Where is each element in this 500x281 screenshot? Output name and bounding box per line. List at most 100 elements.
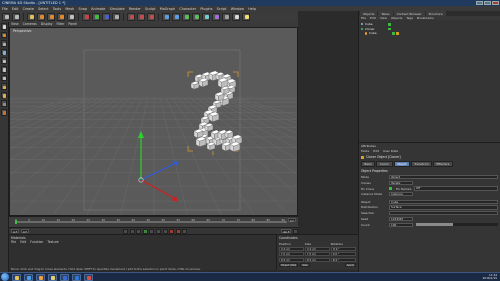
tab-transform[interactable]: Transform [410, 160, 433, 168]
subdivision-icon[interactable] [182, 12, 190, 21]
attribute-menu-user-data[interactable]: User Data [383, 149, 398, 153]
undo-icon[interactable] [2, 12, 10, 21]
floor-icon[interactable] [222, 12, 230, 21]
pen-icon[interactable] [172, 12, 180, 21]
render-view-icon[interactable] [127, 12, 135, 21]
x-axis-icon[interactable] [82, 12, 90, 21]
move-icon[interactable] [37, 12, 45, 21]
size-z-field[interactable]: Z 0 cm [305, 257, 330, 262]
distribution-select[interactable]: Surface [389, 205, 498, 210]
object-row[interactable]: Cube [361, 31, 499, 36]
light-icon[interactable] [242, 12, 250, 21]
z-axis-icon[interactable] [102, 12, 110, 21]
attribute-menu-mode[interactable]: Mode [361, 149, 369, 153]
menu-simulate[interactable]: Simulate [110, 7, 125, 11]
camera-icon[interactable] [232, 12, 240, 21]
media-player-icon[interactable] [36, 273, 45, 281]
menu-snap[interactable]: Snap [78, 7, 87, 11]
render-to-picture-viewer-icon[interactable] [137, 12, 145, 21]
menu-sculpt[interactable]: Sculpt [145, 7, 156, 11]
menu-edit[interactable]: Edit [12, 7, 19, 11]
minimize-button[interactable] [476, 0, 483, 6]
count-field[interactable]: 100 [389, 222, 413, 227]
edges-mode-icon[interactable] [0, 65, 8, 73]
position-x-field[interactable]: X 0 cm [279, 246, 304, 251]
position-z-field[interactable]: Z 0 cm [279, 257, 304, 262]
object-menu-edit[interactable]: Edit [370, 16, 376, 20]
menu-create[interactable]: Create [23, 7, 34, 11]
rotation-h-field[interactable]: H 0 ° [331, 246, 356, 251]
menu-render[interactable]: Render [129, 7, 141, 11]
folder-icon[interactable] [48, 273, 57, 281]
texture-mode-icon[interactable] [0, 40, 8, 47]
menu-plugins[interactable]: Plugins [200, 7, 212, 11]
fix-clone-checkbox[interactable] [389, 187, 392, 191]
go-to-start-icon[interactable] [123, 228, 129, 234]
fix-texture-select[interactable]: Off [414, 186, 498, 191]
start-button[interactable] [1, 273, 9, 281]
instance-mode-select[interactable]: Instance [389, 192, 413, 197]
material-manager[interactable]: Materials File Edit Function Texture [9, 234, 276, 270]
play-icon[interactable] [142, 228, 148, 234]
deformer-icon[interactable] [212, 12, 220, 21]
tab-effectors[interactable]: Effectors [433, 160, 453, 168]
tab-object[interactable]: Object [393, 160, 410, 168]
keyframe-selection-icon[interactable] [182, 228, 188, 234]
cloned-cubes[interactable] [190, 70, 243, 152]
menu-script[interactable]: Script [217, 7, 227, 11]
next-key-icon[interactable] [156, 228, 162, 234]
redo-icon[interactable] [12, 12, 20, 21]
autokey-icon[interactable] [175, 228, 181, 234]
object-menu-bookmarks[interactable]: Bookmarks [417, 16, 434, 20]
photoshop-icon[interactable] [72, 273, 81, 281]
end-frame-field[interactable]: 90 F [281, 228, 292, 234]
object-name[interactable]: Cloner [365, 27, 387, 31]
apply-button[interactable]: Apply [344, 263, 356, 268]
material-menu-edit[interactable]: Edit [20, 240, 26, 244]
material-menu-file[interactable]: File [11, 240, 16, 244]
tab-coord[interactable]: Coord. [376, 160, 393, 168]
visibility-check-icon[interactable] [392, 32, 395, 35]
menu-character[interactable]: Character [179, 7, 196, 11]
polygons-mode-icon[interactable] [0, 74, 8, 82]
size-x-field[interactable]: X 0 cm [305, 246, 330, 251]
rotation-p-field[interactable]: P 0 ° [331, 252, 356, 257]
menu-window[interactable]: Window [231, 7, 244, 11]
object-name[interactable]: Cube [365, 22, 387, 26]
cube-icon[interactable] [162, 12, 170, 21]
object-menu-file[interactable]: File [361, 16, 366, 20]
timeline-track[interactable] [15, 221, 287, 223]
perspective-viewport[interactable]: Perspective [9, 26, 298, 216]
menu-tools[interactable]: Tools [53, 7, 61, 11]
object-name[interactable]: Cube [369, 31, 391, 35]
array-icon[interactable] [192, 12, 200, 21]
points-mode-icon[interactable] [0, 57, 8, 64]
live-selection-icon[interactable] [27, 12, 35, 21]
menu-animate[interactable]: Animate [91, 7, 105, 11]
visibility-check-icon[interactable] [388, 23, 391, 26]
attribute-menu-edit[interactable]: Edit [373, 149, 379, 153]
explorer-icon[interactable] [12, 273, 21, 281]
texture-tag-icon[interactable] [396, 32, 400, 35]
timeline-settings-icon[interactable] [293, 228, 298, 234]
object-menu-objects[interactable]: Objects [391, 16, 402, 20]
tab-basic[interactable]: Basic [361, 160, 376, 168]
previous-frame-icon[interactable] [136, 228, 142, 234]
y-axis-icon[interactable] [92, 12, 100, 21]
render-settings-icon[interactable] [147, 12, 155, 21]
current-frame-field[interactable]: 0 F [20, 228, 30, 234]
rotation-b-field[interactable]: B 0 ° [331, 257, 356, 262]
recent-tool-icon[interactable] [67, 12, 75, 21]
object-menu-view[interactable]: View [380, 16, 387, 20]
solo-icon[interactable] [0, 108, 8, 116]
menu-mesh[interactable]: Mesh [65, 7, 74, 11]
go-to-end-icon[interactable] [162, 228, 168, 234]
object-link-field[interactable]: Cube [389, 199, 498, 204]
make-editable-icon[interactable] [0, 23, 8, 30]
tweak-mode-icon[interactable] [0, 91, 8, 99]
selection-field[interactable] [389, 211, 498, 216]
chrome-icon[interactable] [84, 273, 93, 281]
axis-mode-icon[interactable] [0, 83, 8, 90]
menu-select[interactable]: Select [38, 7, 48, 11]
playhead[interactable] [15, 220, 17, 224]
